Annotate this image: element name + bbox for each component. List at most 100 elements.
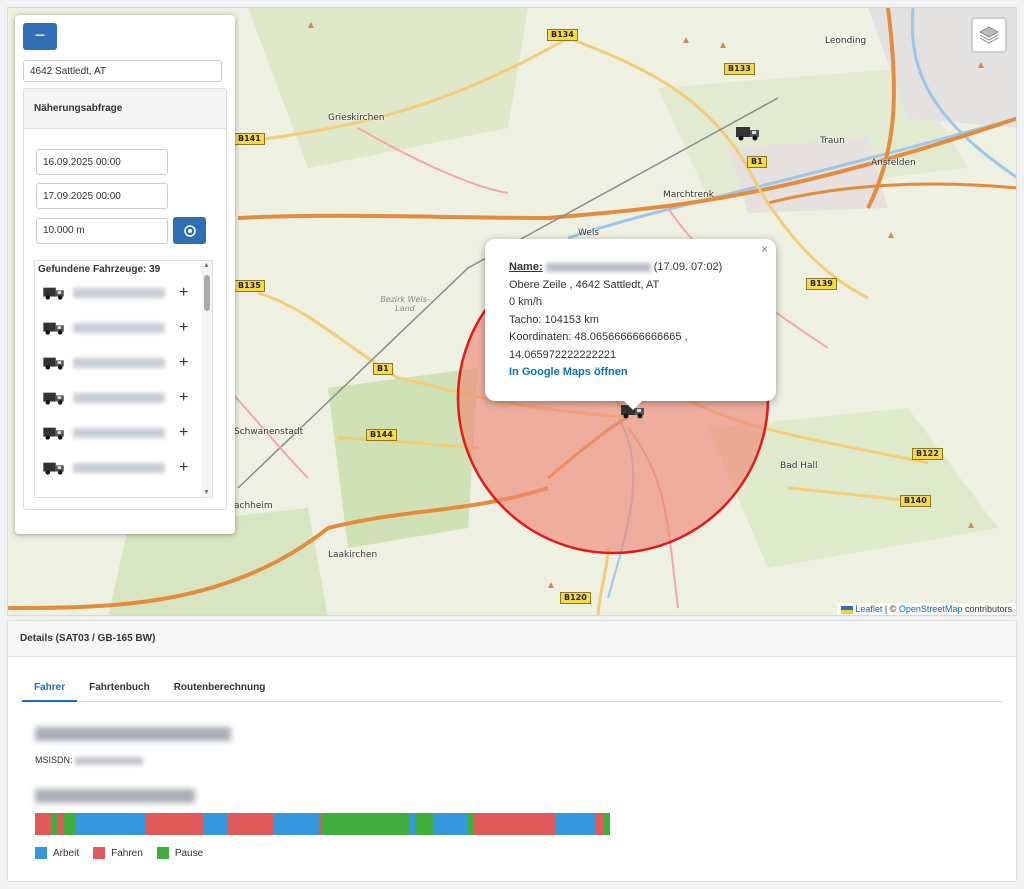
road-shield: B1 xyxy=(373,363,393,375)
details-tabs: Fahrer Fahrtenbuch Routenberechnung xyxy=(22,671,1002,702)
add-vehicle-button[interactable]: + xyxy=(179,459,188,477)
osm-link[interactable]: OpenStreetMap xyxy=(899,604,963,614)
tab-routenberechnung[interactable]: Routenberechnung xyxy=(162,671,278,701)
timeline-segment-fahren xyxy=(595,813,605,835)
add-vehicle-button[interactable]: + xyxy=(179,389,188,407)
timeline-segment-fahren xyxy=(473,813,555,835)
truck-icon xyxy=(43,287,64,300)
timeline-segment-arbeit xyxy=(203,813,227,835)
details-panel: Details (SAT03 / GB-165 BW) Fahrer Fahrt… xyxy=(7,620,1017,882)
truck-icon xyxy=(43,427,64,440)
road-shield: B139 xyxy=(806,278,837,290)
layers-button[interactable] xyxy=(971,17,1007,53)
vehicle-title-redacted xyxy=(35,727,231,741)
vehicle-label-redacted xyxy=(73,462,165,473)
details-header: Details (SAT03 / GB-165 BW) xyxy=(8,621,1016,657)
date-from-input[interactable] xyxy=(36,149,168,175)
vehicle-popup: × Name: (17.09. 07:02) Obere Zeile , 464… xyxy=(485,239,776,410)
town-schwanenstadt: Schwanenstadt xyxy=(234,427,304,437)
driver-name-redacted xyxy=(35,789,195,803)
road-shield: B144 xyxy=(366,429,397,441)
close-icon[interactable]: × xyxy=(761,241,768,259)
road-shield: B135 xyxy=(234,280,265,292)
road-shield: B140 xyxy=(900,495,931,507)
popup-name-label: Name: xyxy=(509,261,543,273)
ukraine-flag-icon xyxy=(840,605,853,614)
list-scrollbar[interactable]: ▲ ▼ xyxy=(202,261,212,497)
timeline-segment-pause xyxy=(604,813,610,835)
timeline-segment-fahren xyxy=(145,813,204,835)
timeline-legend: Arbeit Fahren Pause xyxy=(35,847,217,859)
town-grieskirchen: Grieskirchen xyxy=(328,113,385,123)
timeline-segment-arbeit xyxy=(432,813,468,835)
list-item[interactable]: + xyxy=(35,380,212,415)
truck-icon xyxy=(43,357,64,370)
leaflet-link[interactable]: Leaflet xyxy=(855,604,882,614)
legend-item-fahren: Fahren xyxy=(93,847,143,859)
add-vehicle-button[interactable]: + xyxy=(179,319,188,337)
road-shield: B134 xyxy=(547,29,578,41)
popup-name-value xyxy=(545,262,651,272)
list-item[interactable]: + xyxy=(35,275,212,310)
timeline-segment-pause xyxy=(322,813,410,835)
road-shield: B133 xyxy=(724,63,755,75)
add-vehicle-button[interactable]: + xyxy=(179,354,188,372)
list-item[interactable]: + xyxy=(35,450,212,485)
list-item[interactable]: + xyxy=(35,310,212,345)
road-shield: B122 xyxy=(912,448,943,460)
timeline-segment-pause xyxy=(415,813,433,835)
road-shield: B141 xyxy=(234,133,265,145)
locate-button[interactable] xyxy=(173,217,206,244)
google-maps-link[interactable]: In Google Maps öffnen xyxy=(509,366,628,378)
truck-marker-icon[interactable] xyxy=(735,124,761,142)
tab-fahrtenbuch[interactable]: Fahrtenbuch xyxy=(77,671,162,701)
collapse-button[interactable]: − xyxy=(23,23,57,50)
legend-item-arbeit: Arbeit xyxy=(35,847,79,859)
address-input[interactable] xyxy=(23,60,222,82)
proximity-panel: − Näherungsabfrage Gefundene Fahrzeuge: … xyxy=(15,15,235,534)
town-ansfelden: Ansfelden xyxy=(871,158,916,168)
proximity-card: Näherungsabfrage Gefundene Fahrzeuge: 39… xyxy=(23,88,227,510)
date-to-input[interactable] xyxy=(36,183,168,209)
timeline-segment-fahren xyxy=(226,813,274,835)
list-item[interactable]: + xyxy=(35,345,212,380)
truck-icon xyxy=(43,462,64,475)
vehicle-list[interactable]: Gefundene Fahrzeuge: 39 + + + + + + ▲ ▼ xyxy=(34,260,213,498)
add-vehicle-button[interactable]: + xyxy=(179,284,188,302)
crosshair-icon xyxy=(183,224,196,237)
layers-icon xyxy=(978,26,1000,44)
vehicle-label-redacted xyxy=(73,357,165,368)
radius-input[interactable] xyxy=(36,217,168,244)
popup-coords-2: 14.065972222222221 xyxy=(509,348,617,361)
popup-time: (17.09. 07:02) xyxy=(653,261,723,273)
section-title: Näherungsabfrage xyxy=(24,89,226,129)
town-traun: Traun xyxy=(820,136,845,146)
town-laakirchen: Laakirchen xyxy=(328,550,378,560)
town-marchtrenk: Marchtrenk xyxy=(663,190,714,200)
list-item[interactable]: + xyxy=(35,415,212,450)
town-wels: Wels xyxy=(578,228,600,238)
vehicle-label-redacted xyxy=(73,322,165,333)
timeline-segment-arbeit xyxy=(554,813,596,835)
road-shield: B1 xyxy=(747,156,767,168)
add-vehicle-button[interactable]: + xyxy=(179,424,188,442)
found-vehicles-label: Gefundene Fahrzeuge: 39 xyxy=(38,264,161,275)
vehicle-label-redacted xyxy=(73,392,165,403)
timeline-segment-fahren xyxy=(35,813,53,835)
town-leonding: Leonding xyxy=(825,36,867,46)
road-shield: B120 xyxy=(560,592,591,604)
tab-fahrer[interactable]: Fahrer xyxy=(22,671,78,702)
truck-icon xyxy=(43,392,64,405)
activity-timeline xyxy=(35,813,610,835)
timeline-segment-pause xyxy=(64,813,76,835)
town-bad-hall: Bad Hall xyxy=(780,461,818,471)
vehicle-label-redacted xyxy=(73,287,165,298)
town-partial: achheim xyxy=(234,501,273,511)
popup-coords: Koordinaten: 48.065666666666665 , xyxy=(509,331,688,343)
popup-address: Obere Zeile , 4642 Sattledt, AT xyxy=(509,278,660,291)
vehicle-label-redacted xyxy=(73,427,165,438)
timeline-segment-arbeit xyxy=(273,813,320,835)
region-label: Bezirk Wels-Land xyxy=(380,295,430,313)
popup-tacho: Tacho: 104153 km xyxy=(509,313,599,326)
map-attribution: Leaflet | © OpenStreetMap contributors xyxy=(836,603,1016,615)
